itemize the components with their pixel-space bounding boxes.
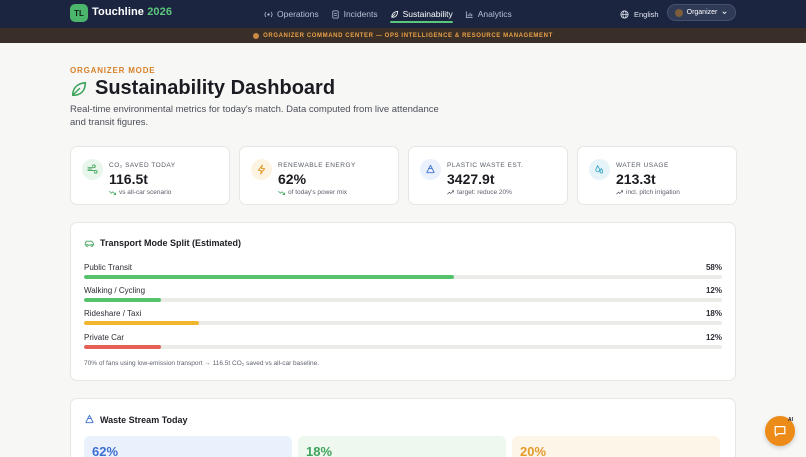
- language-label: English: [634, 9, 659, 19]
- nav-incidents[interactable]: Incidents: [325, 0, 384, 28]
- radio-icon: [264, 11, 273, 17]
- top-navigation: TL Touchline 2026 Operations Incidents S…: [0, 0, 806, 28]
- recycle-icon: [85, 414, 94, 424]
- main-content: ORGANIZER MODE Sustainability Dashboard …: [0, 43, 806, 457]
- kpi-label: CO₂ SAVED TODAY: [109, 162, 176, 169]
- waste-title-text: Waste Stream Today: [100, 414, 188, 425]
- kpi-card-renewable: RENEWABLE ENERGY 62% of today's power mi…: [239, 146, 399, 205]
- waste-cards: 62% 18% 20%: [84, 436, 720, 457]
- mode-banner: ORGANIZER COMMAND CENTER — OPS INTELLIGE…: [0, 28, 806, 43]
- kpi-label: PLASTIC WASTE EST.: [447, 162, 524, 169]
- waste-panel-title: Waste Stream Today: [84, 414, 188, 425]
- transport-summary-note: 70% of fans using low-emission transport…: [84, 360, 320, 367]
- page-subtitle: Real-time environmental metrics for toda…: [70, 104, 439, 128]
- mode-bar-track: [84, 298, 722, 302]
- mode-eyebrow: ORGANIZER MODE: [70, 66, 156, 75]
- mode-label: Public Transit: [84, 263, 133, 272]
- nav-analytics-label: Analytics: [477, 9, 512, 19]
- chat-icon: [774, 426, 786, 437]
- chevron-down-icon: [722, 11, 727, 15]
- mode-percent: 18%: [705, 309, 722, 318]
- waste-card-value: 20%: [520, 444, 547, 457]
- page-title-row: Sustainability Dashboard: [70, 77, 335, 100]
- waste-panel: Waste Stream Today 62% 18% 20%: [70, 398, 736, 457]
- kpi-note-text: of today's power mix: [288, 189, 348, 196]
- transport-panel-title: Transport Mode Split (Estimated): [84, 238, 241, 248]
- mode-bar-fill: [84, 298, 161, 302]
- kpi-note: incl. pitch irrigation: [616, 189, 680, 196]
- trend-up-icon: [616, 190, 623, 195]
- mode-percent: 12%: [705, 333, 722, 342]
- nav-sustainability[interactable]: Sustainability: [384, 0, 459, 28]
- kpi-note-text: vs all-car scenario: [119, 189, 172, 196]
- transport-panel: Transport Mode Split (Estimated) Public …: [70, 222, 736, 381]
- mode-percent: 58%: [705, 263, 722, 272]
- leaf-icon: [71, 81, 87, 96]
- car-icon: [84, 240, 94, 247]
- main-nav: Operations Incidents Sustainability Anal…: [258, 0, 518, 28]
- waste-card: 62%: [84, 436, 292, 457]
- kpi-note: of today's power mix: [278, 189, 347, 196]
- transport-title-text: Transport Mode Split (Estimated): [100, 238, 242, 248]
- kpi-value: 213.3t: [616, 171, 656, 187]
- mode-label: Rideshare / Taxi: [84, 309, 142, 318]
- lightning-icon: [251, 159, 272, 180]
- leaf-icon: [391, 10, 398, 18]
- kpi-row: CO₂ SAVED TODAY 116.5t vs all-car scenar…: [70, 146, 737, 205]
- waste-card: 18%: [298, 436, 506, 457]
- kpi-value: 3427.9t: [447, 171, 495, 187]
- mode-label: Walking / Cycling: [84, 286, 146, 295]
- document-icon: [331, 9, 339, 19]
- wind-icon: [82, 159, 103, 180]
- waste-card-value: 62%: [92, 444, 119, 457]
- ai-badge: AI: [788, 417, 793, 423]
- droplets-icon: [589, 159, 610, 180]
- badge-icon: [253, 32, 260, 39]
- mode-bar-track: [84, 275, 722, 279]
- mode-bar-fill: [84, 321, 199, 325]
- bar-chart-icon: [465, 10, 473, 18]
- nav-sustainability-label: Sustainability: [402, 9, 453, 19]
- banner-text: ORGANIZER COMMAND CENTER — OPS INTELLIGE…: [263, 32, 553, 39]
- nav-operations[interactable]: Operations: [258, 0, 325, 28]
- nav-analytics[interactable]: Analytics: [459, 0, 518, 28]
- kpi-card-co2: CO₂ SAVED TODAY 116.5t vs all-car scenar…: [70, 146, 230, 205]
- kpi-note-text: target: reduce 20%: [457, 189, 512, 196]
- waste-card: 20%: [512, 436, 720, 457]
- brand-name: Touchline: [92, 6, 145, 18]
- organizer-avatar-icon: [674, 8, 683, 17]
- mode-label: Private Car: [84, 333, 125, 342]
- trend-up-icon: [447, 190, 454, 195]
- role-menu-button[interactable]: Organizer: [667, 4, 736, 21]
- trend-down-icon: [109, 190, 116, 195]
- app-title: Touchline 2026: [92, 6, 172, 18]
- recycle-icon: [420, 159, 441, 180]
- kpi-note: target: reduce 20%: [447, 189, 512, 196]
- kpi-card-water: WATER USAGE 213.3t incl. pitch irrigatio…: [577, 146, 737, 205]
- kpi-note: vs all-car scenario: [109, 189, 171, 196]
- globe-icon: [620, 9, 629, 19]
- kpi-note-text: incl. pitch irrigation: [626, 189, 680, 196]
- mode-bar-fill: [84, 345, 161, 349]
- role-label: Organizer: [686, 9, 718, 16]
- kpi-label: WATER USAGE: [616, 162, 669, 169]
- brand-year: 2026: [147, 6, 173, 18]
- nav-operations-label: Operations: [277, 9, 319, 19]
- nav-incidents-label: Incidents: [343, 9, 378, 19]
- language-selector[interactable]: English: [620, 0, 659, 28]
- kpi-card-plastic: PLASTIC WASTE EST. 3427.9t target: reduc…: [408, 146, 568, 205]
- kpi-label: RENEWABLE ENERGY: [278, 162, 356, 169]
- mode-bar-track: [84, 321, 722, 325]
- trend-down-icon: [278, 190, 285, 195]
- mode-percent: 12%: [705, 286, 722, 295]
- kpi-value: 116.5t: [109, 171, 148, 187]
- mode-bar-fill: [84, 275, 455, 279]
- page-title: Sustainability Dashboard: [95, 77, 336, 99]
- app-logo[interactable]: TL: [70, 4, 88, 22]
- kpi-value: 62%: [278, 171, 307, 187]
- waste-card-value: 18%: [306, 444, 333, 457]
- mode-bar-track: [84, 345, 722, 349]
